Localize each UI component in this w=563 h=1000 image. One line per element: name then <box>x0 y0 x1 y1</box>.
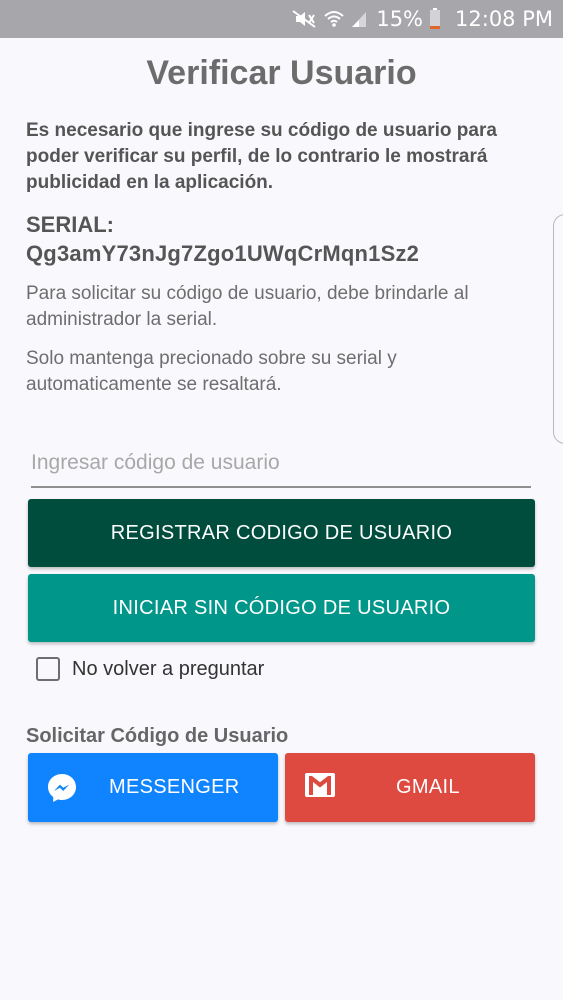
page-title: Verificar Usuario <box>146 54 417 92</box>
start-without-code-button[interactable]: INICIAR SIN CÓDIGO DE USUARIO <box>28 574 535 642</box>
gmail-button-label: GMAIL <box>396 776 460 798</box>
mute-icon <box>290 9 318 29</box>
battery-icon <box>429 8 441 30</box>
status-icons: 15% 12:08 PM <box>290 0 553 38</box>
serial-label: SERIAL: <box>26 212 114 237</box>
gmail-button[interactable]: GMAIL <box>285 753 535 822</box>
serial-value[interactable]: Qg3amY73nJg7Zgo1UWqCrMqn1Sz2 <box>26 241 419 267</box>
signal-icon <box>350 9 368 29</box>
gmail-icon <box>304 772 336 804</box>
wifi-icon <box>324 9 344 29</box>
messenger-icon <box>46 772 78 810</box>
battery-percentage: 15% <box>376 7 424 31</box>
user-code-input[interactable] <box>31 444 531 488</box>
status-bar: 15% 12:08 PM <box>0 0 563 38</box>
instruction-text-1: Para solicitar su código de usuario, deb… <box>26 283 469 330</box>
messenger-button-label: MESSENGER <box>109 776 240 798</box>
register-code-button-label: REGISTRAR CODIGO DE USUARIO <box>110 521 453 544</box>
register-code-button[interactable]: REGISTRAR CODIGO DE USUARIO <box>28 499 535 567</box>
clock: 12:08 PM <box>455 7 553 31</box>
edge-panel-handle[interactable] <box>553 214 563 444</box>
request-code-section-title: Solicitar Código de Usuario <box>26 725 289 747</box>
messenger-button[interactable]: MESSENGER <box>28 753 278 822</box>
dont-ask-again-row[interactable]: No volver a preguntar <box>36 657 264 681</box>
dont-ask-again-label[interactable]: No volver a preguntar <box>72 658 264 681</box>
start-without-code-button-label: INICIAR SIN CÓDIGO DE USUARIO <box>112 596 451 619</box>
intro-text: Es necesario que ingrese su código de us… <box>26 120 497 193</box>
dont-ask-again-checkbox[interactable] <box>36 657 60 681</box>
instruction-text-2: Solo mantenga precionado sobre su serial… <box>26 348 397 395</box>
